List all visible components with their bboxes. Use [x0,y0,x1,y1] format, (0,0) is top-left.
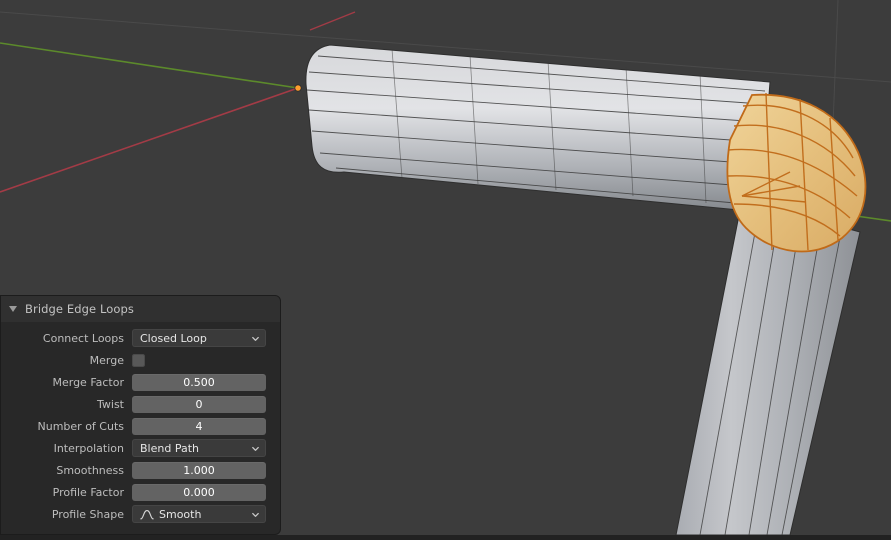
field-row-connect-loops: Connect Loops Closed Loop [1,328,266,348]
chevron-down-icon [252,446,259,451]
field-row-interpolation: Interpolation Blend Path [1,438,266,458]
number-field-merge-factor[interactable]: 0.500 [132,373,266,391]
object-origin-dot [294,84,302,92]
label-profile-shape: Profile Shape [51,507,124,521]
dropdown-interpolation[interactable]: Blend Path [132,439,266,457]
number-field-profile-factor[interactable]: 0.000 [132,483,266,501]
operator-panel-header[interactable]: Bridge Edge Loops [1,296,280,322]
blender-window: Bridge Edge Loops Connect Loops Closed L… [0,0,891,540]
dropdown-connect-loops[interactable]: Closed Loop [132,329,266,347]
status-bar [0,535,891,540]
dropdown-interpolation-value: Blend Path [140,441,199,455]
field-row-merge: Merge [1,350,266,370]
field-row-merge-factor: Merge Factor 0.500 [1,372,266,392]
field-row-profile-shape: Profile Shape Smooth [1,504,266,524]
number-field-twist[interactable]: 0 [132,395,266,413]
field-row-number-of-cuts: Number of Cuts 4 [1,416,266,436]
field-row-profile-factor: Profile Factor 0.000 [1,482,266,502]
operator-panel-body: Connect Loops Closed Loop Merge Merge Fa… [1,322,280,534]
merge-checkbox[interactable] [132,353,145,367]
label-profile-factor: Profile Factor [52,485,124,499]
label-merge-factor: Merge Factor [52,375,124,389]
label-merge: Merge [89,353,124,367]
dropdown-profile-shape[interactable]: Smooth [132,505,266,523]
operator-panel-title: Bridge Edge Loops [25,302,135,316]
field-row-smoothness: Smoothness 1.000 [1,460,266,480]
chevron-down-icon [252,336,259,341]
label-connect-loops: Connect Loops [42,331,124,345]
dropdown-connect-loops-value: Closed Loop [140,331,207,345]
dropdown-profile-shape-value: Smooth [159,507,202,521]
number-field-number-of-cuts[interactable]: 4 [132,417,266,435]
field-row-twist: Twist 0 [1,394,266,414]
triangle-down-icon[interactable] [9,306,17,312]
number-field-smoothness[interactable]: 1.000 [132,461,266,479]
chevron-down-icon [252,512,259,517]
merge-checkbox-wrap [132,353,266,367]
label-interpolation: Interpolation [53,441,124,455]
label-number-of-cuts: Number of Cuts [37,419,124,433]
label-twist: Twist [97,397,124,411]
smooth-curve-icon [140,509,154,519]
operator-panel[interactable]: Bridge Edge Loops Connect Loops Closed L… [0,295,281,535]
label-smoothness: Smoothness [56,463,124,477]
